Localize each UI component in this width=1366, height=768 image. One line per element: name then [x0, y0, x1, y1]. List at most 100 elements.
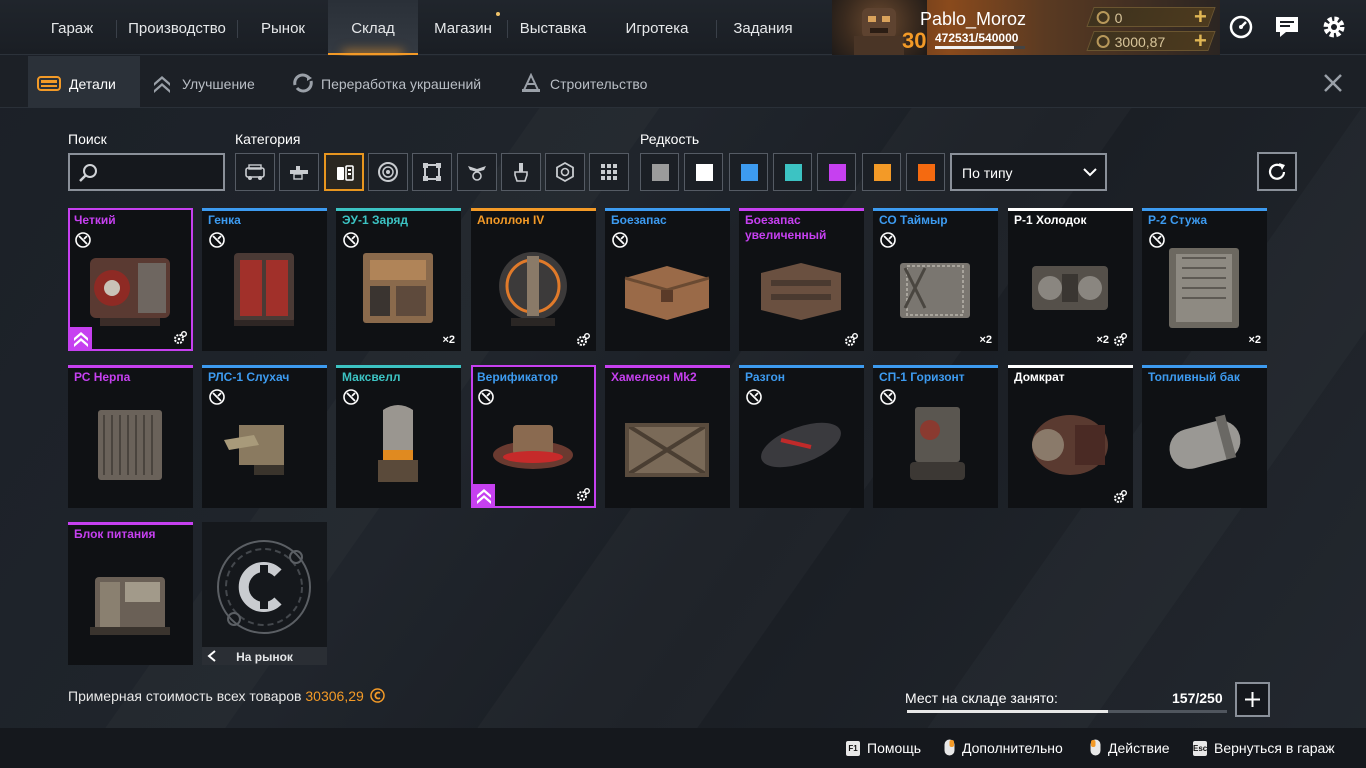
item-card[interactable]: Хамелеон Mk2: [605, 365, 730, 508]
nav-storage[interactable]: Склад: [328, 0, 418, 55]
craftable-icon: [75, 232, 91, 248]
hint-more[interactable]: Дополнительно: [962, 740, 1063, 756]
currency-coins: 3000,87 +: [1086, 28, 1216, 53]
speedometer-icon[interactable]: [1228, 14, 1254, 40]
item-name: Аполлон IV: [477, 213, 545, 227]
hint-back-to-garage[interactable]: Вернуться в гараж: [1214, 740, 1335, 756]
to-market-label: На рынок: [236, 650, 293, 664]
item-card[interactable]: РЛС-1 Слухач: [202, 365, 327, 508]
rarity-filter-button[interactable]: [684, 153, 724, 191]
rarity-swatch: [873, 164, 891, 181]
category-frame-button[interactable]: [412, 153, 453, 191]
item-card[interactable]: Домкрат: [1008, 365, 1133, 508]
item-card[interactable]: Генка: [202, 208, 327, 351]
item-name: Р-2 Стужа: [1148, 213, 1207, 227]
close-icon[interactable]: [1322, 72, 1344, 94]
mouse-right-click-icon: [944, 739, 955, 756]
tab-upgrade[interactable]: Улучшение: [182, 56, 282, 108]
category-all-button[interactable]: [589, 153, 630, 191]
category-module-button[interactable]: [545, 153, 586, 191]
item-card[interactable]: Максвелл: [336, 365, 461, 508]
currency-badges-value: 0: [1114, 10, 1123, 26]
item-image: [348, 238, 448, 334]
frame-icon: [423, 163, 442, 181]
nav-shop[interactable]: Магазин: [420, 0, 506, 55]
item-image: [1020, 395, 1120, 491]
category-cabin-button[interactable]: [235, 153, 275, 191]
chevron-down-icon: [1083, 168, 1097, 177]
to-market-card[interactable]: На рынок: [202, 522, 327, 665]
rarity-swatch: [829, 164, 847, 181]
installed-gear-icon: [844, 333, 858, 347]
rarity-stripe: [202, 208, 327, 211]
category-weapon-button[interactable]: [279, 153, 320, 191]
sort-dropdown[interactable]: По типу: [950, 153, 1107, 191]
tab-decor-recycling[interactable]: Переработка украшений: [321, 56, 501, 108]
item-card[interactable]: Р-2 Стужа ×2: [1142, 208, 1267, 351]
cabin-icon: [245, 164, 265, 180]
item-card[interactable]: Верификатор: [471, 365, 596, 508]
coin-icon: [1096, 35, 1110, 48]
installed-gear-icon: [1113, 490, 1127, 504]
rarity-filter-button[interactable]: [772, 153, 812, 191]
item-card[interactable]: СП-1 Горизонт: [873, 365, 998, 508]
rarity-filter-button[interactable]: [640, 153, 679, 191]
nav-tasks[interactable]: Задания: [718, 0, 808, 55]
nav-garage[interactable]: Гараж: [28, 0, 116, 55]
expand-storage-button[interactable]: [1235, 682, 1270, 717]
storage-label: Мест на складе занято:: [905, 690, 1058, 706]
add-badges-button[interactable]: +: [1194, 4, 1207, 29]
search-input[interactable]: [68, 153, 225, 191]
category-wheel-button[interactable]: [367, 153, 408, 191]
paint-icon: [513, 163, 528, 182]
rarity-stripe: [605, 208, 730, 211]
nav-exhibition[interactable]: Выставка: [508, 0, 598, 55]
item-name: СО Таймыр: [879, 213, 948, 227]
refresh-button[interactable]: [1257, 152, 1297, 191]
craftable-icon: [209, 232, 225, 248]
category-hardware-button[interactable]: [323, 153, 364, 191]
tab-construction[interactable]: Строительство: [550, 56, 660, 108]
hint-action[interactable]: Действие: [1108, 740, 1170, 756]
settings-gear-icon[interactable]: [1321, 14, 1347, 40]
item-card[interactable]: РС Нерпа: [68, 365, 193, 508]
rarity-filter-button[interactable]: [905, 153, 945, 191]
rarity-filter-button[interactable]: [861, 153, 901, 191]
nav-production[interactable]: Производство: [118, 0, 236, 55]
item-card[interactable]: Боезапас увеличенный: [739, 208, 864, 351]
item-card[interactable]: Боезапас: [605, 208, 730, 351]
profile-panel[interactable]: Pablo_Moroz 30 472531/540000 0 + 3000,87…: [832, 0, 1220, 55]
item-card[interactable]: Р-1 Холодок ×2: [1008, 208, 1133, 351]
item-card[interactable]: ЭУ-1 Заряд ×2: [336, 208, 461, 351]
item-card[interactable]: СО Таймыр ×2: [873, 208, 998, 351]
hint-help[interactable]: Помощь: [867, 740, 921, 756]
currency-coins-value: 3000,87: [1114, 34, 1166, 50]
category-decor-button[interactable]: [456, 153, 497, 191]
item-image: [80, 552, 180, 648]
nav-game-room[interactable]: Игротека: [598, 0, 716, 55]
search-icon: [79, 164, 97, 182]
rarity-stripe: [873, 365, 998, 368]
sort-dropdown-value: По типу: [962, 165, 1013, 181]
upgrade-chevrons-icon: [70, 327, 92, 349]
nav-market[interactable]: Рынок: [238, 0, 328, 55]
rarity-stripe: [202, 365, 327, 368]
item-card[interactable]: Блок питания: [68, 522, 193, 665]
item-card[interactable]: Четкий: [68, 208, 193, 351]
add-coins-button[interactable]: +: [1194, 28, 1207, 53]
item-card[interactable]: Аполлон IV: [471, 208, 596, 351]
chat-icon[interactable]: [1274, 14, 1300, 40]
rarity-swatch: [917, 164, 935, 181]
craftable-icon: [343, 232, 359, 248]
rarity-stripe: [873, 208, 998, 211]
category-paint-button[interactable]: [500, 153, 541, 191]
storage-value: 157/250: [1172, 690, 1223, 706]
item-card[interactable]: Топливный бак: [1142, 365, 1267, 508]
item-name: Топливный бак: [1148, 370, 1240, 384]
rarity-stripe: [68, 522, 193, 525]
item-image: [1154, 395, 1254, 491]
installed-gear-icon: [576, 488, 590, 502]
rarity-filter-button[interactable]: [728, 153, 768, 191]
item-card[interactable]: Разгон: [739, 365, 864, 508]
rarity-filter-button[interactable]: [817, 153, 857, 191]
